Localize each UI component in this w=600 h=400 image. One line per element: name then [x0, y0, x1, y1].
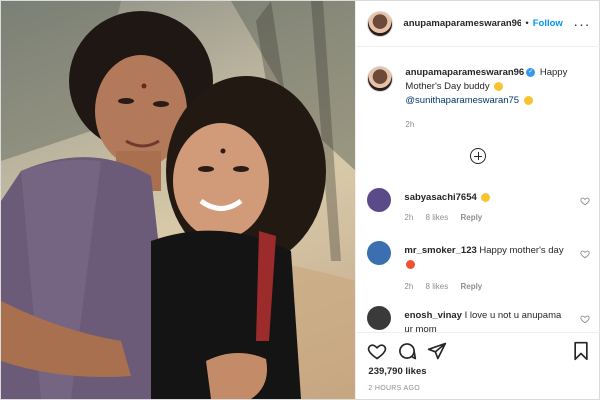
comment-icon[interactable] [397, 341, 417, 361]
comment-likes[interactable]: 8 likes [426, 282, 449, 291]
likes-count[interactable]: 239,790 likes [368, 366, 426, 377]
photo-illustration [1, 1, 356, 399]
post-actions: 239,790 likes 2 HOURS AGO [356, 332, 600, 399]
heart-icon[interactable] [580, 249, 591, 259]
comment-body: Happy mother's day [479, 245, 564, 256]
caption-username[interactable]: anupamaparameswaran96 [405, 67, 524, 78]
author-username[interactable]: anupamaparameswaran96 [403, 18, 521, 29]
post-sidebar: anupamaparameswaran96 • Follow ··· anupa… [355, 1, 600, 399]
plus-circle-icon[interactable] [470, 148, 487, 164]
emoji-icon [406, 259, 416, 269]
verified-badge-icon: ✓ [526, 67, 536, 77]
commenter-avatar[interactable] [367, 306, 392, 330]
heart-icon[interactable] [580, 314, 591, 324]
comment-time: 2h [404, 282, 414, 291]
comment-item: enosh_vinay I love u not u anupama ur mo… [367, 306, 592, 332]
emoji-icon [494, 81, 504, 91]
post-header: anupamaparameswaran96 • Follow ··· [356, 1, 600, 47]
comment-text: enosh_vinay I love u not u anupama ur mo… [404, 309, 564, 332]
caption-body: anupamaparameswaran96 ✓ Happy Mother's Da… [405, 66, 592, 108]
caption-mention[interactable]: @sunithaparameswaran75 [405, 95, 519, 106]
reply-button[interactable]: Reply [460, 213, 482, 222]
follow-button[interactable]: Follow [533, 18, 563, 29]
comment-likes[interactable]: 8 likes [426, 213, 449, 222]
bookmark-icon[interactable] [571, 341, 591, 361]
separator-dot: • [525, 18, 529, 29]
comment-meta: 2h 8 likes Reply [404, 282, 492, 291]
caption-time: 2h [405, 120, 415, 129]
comment-item: mr_smoker_123 Happy mother's day 2h 8 li… [367, 241, 592, 295]
commenter-avatar[interactable] [367, 241, 392, 265]
heart-icon[interactable] [367, 341, 387, 361]
author-avatar[interactable] [367, 10, 394, 37]
post-photo[interactable] [1, 1, 356, 399]
share-icon[interactable] [427, 341, 447, 361]
comment-username[interactable]: sabyasachi7654 [404, 192, 476, 203]
comment-username[interactable]: enosh_vinay [404, 310, 462, 321]
more-icon[interactable]: ··· [573, 16, 590, 32]
comment-item: sabyasachi7654 2h 8 likes Reply [367, 188, 592, 228]
comment-username[interactable]: mr_smoker_123 [404, 245, 476, 256]
heart-icon[interactable] [580, 196, 591, 206]
comment-text: mr_smoker_123 Happy mother's day [404, 244, 564, 272]
post-caption: anupamaparameswaran96 ✓ Happy Mother's Da… [367, 66, 592, 108]
emoji-icon [481, 192, 491, 202]
comment-text: sabyasachi7654 [404, 191, 564, 205]
comment-meta: 2h 8 likes Reply [404, 213, 492, 222]
post-window: anupamaparameswaran96 • Follow ··· anupa… [0, 0, 600, 400]
reply-button[interactable]: Reply [460, 282, 482, 291]
emoji-icon [523, 95, 533, 105]
comment-time: 2h [404, 213, 414, 222]
comments-scroll-area[interactable]: anupamaparameswaran96 ✓ Happy Mother's Da… [356, 48, 600, 332]
commenter-avatar[interactable] [367, 188, 392, 212]
post-timestamp[interactable]: 2 HOURS AGO [368, 385, 420, 392]
caption-avatar[interactable] [367, 66, 394, 92]
